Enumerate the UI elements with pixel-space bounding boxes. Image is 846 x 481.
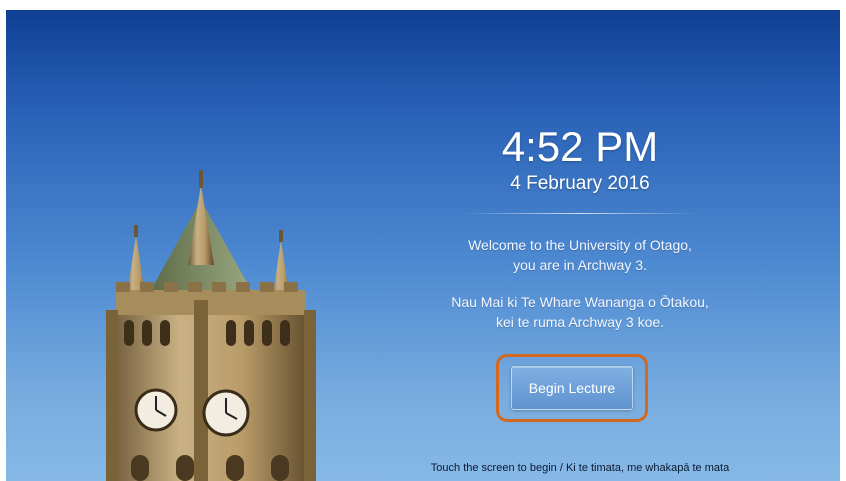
clock-tower-image (106, 170, 316, 481)
welcome-english: Welcome to the University of Otago, you … (366, 235, 794, 275)
info-panel: 4:52 PM 4 February 2016 Welcome to the U… (366, 10, 794, 481)
welcome-maori-line2: kei te ruma Archway 3 koe. (495, 314, 665, 330)
touch-hint: Touch the screen to begin / Ki te timata… (430, 462, 730, 474)
begin-lecture-button[interactable]: Begin Lecture (511, 366, 633, 410)
welcome-english-line2: you are in Archway 3. (513, 257, 647, 273)
current-date: 4 February 2016 (510, 173, 650, 194)
welcome-maori-line1: Nau Mai ki Te Whare Wananga o Ōtakou, (451, 294, 709, 310)
current-time: 4:52 PM (501, 123, 659, 170)
welcome-english-line1: Welcome to the University of Otago, (468, 237, 692, 253)
kiosk-screen[interactable]: 4:52 PM 4 February 2016 Welcome to the U… (6, 10, 840, 481)
divider (460, 213, 700, 214)
welcome-maori: Nau Mai ki Te Whare Wananga o Ōtakou, ke… (366, 292, 794, 332)
